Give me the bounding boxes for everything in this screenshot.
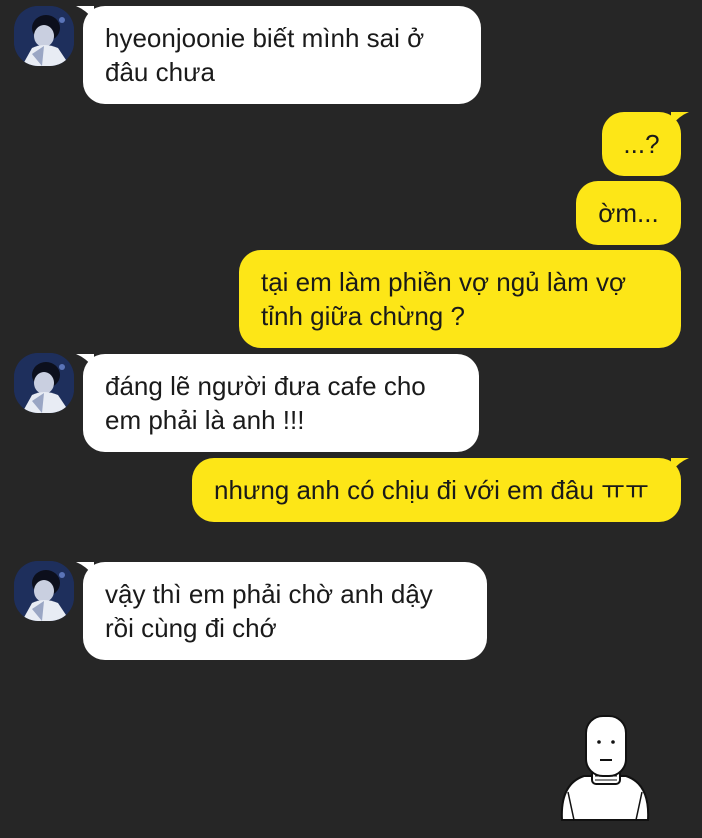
bubble-tail xyxy=(76,354,94,368)
message-bubble-incoming[interactable]: đáng lẽ người đưa cafe cho em phải là an… xyxy=(83,354,479,452)
chat-thread: hyeonjoonie biết mình sai ở đâu chưa ...… xyxy=(0,0,702,838)
message-bubble-incoming[interactable]: vậy thì em phải chờ anh dậy rồi cùng đi … xyxy=(83,562,487,660)
message-bubble-incoming[interactable]: hyeonjoonie biết mình sai ở đâu chưa xyxy=(83,6,481,104)
bubble-tail xyxy=(671,112,689,126)
profile-avatar-icon[interactable] xyxy=(14,6,74,66)
plain-character-sticker-icon[interactable] xyxy=(548,672,662,822)
message-bubble-outgoing[interactable]: ờm... xyxy=(576,181,681,245)
profile-avatar-icon[interactable] xyxy=(14,561,74,621)
bubble-tail xyxy=(671,458,689,472)
profile-avatar-icon[interactable] xyxy=(14,353,74,413)
message-bubble-outgoing[interactable]: tại em làm phiền vợ ngủ làm vợ tỉnh giữa… xyxy=(239,250,681,348)
bubble-tail xyxy=(76,6,94,20)
bubble-tail xyxy=(76,562,94,576)
message-bubble-outgoing[interactable]: ...? xyxy=(602,112,681,176)
message-bubble-outgoing[interactable]: nhưng anh có chịu đi với em đâu ㅠㅠ xyxy=(192,458,681,522)
